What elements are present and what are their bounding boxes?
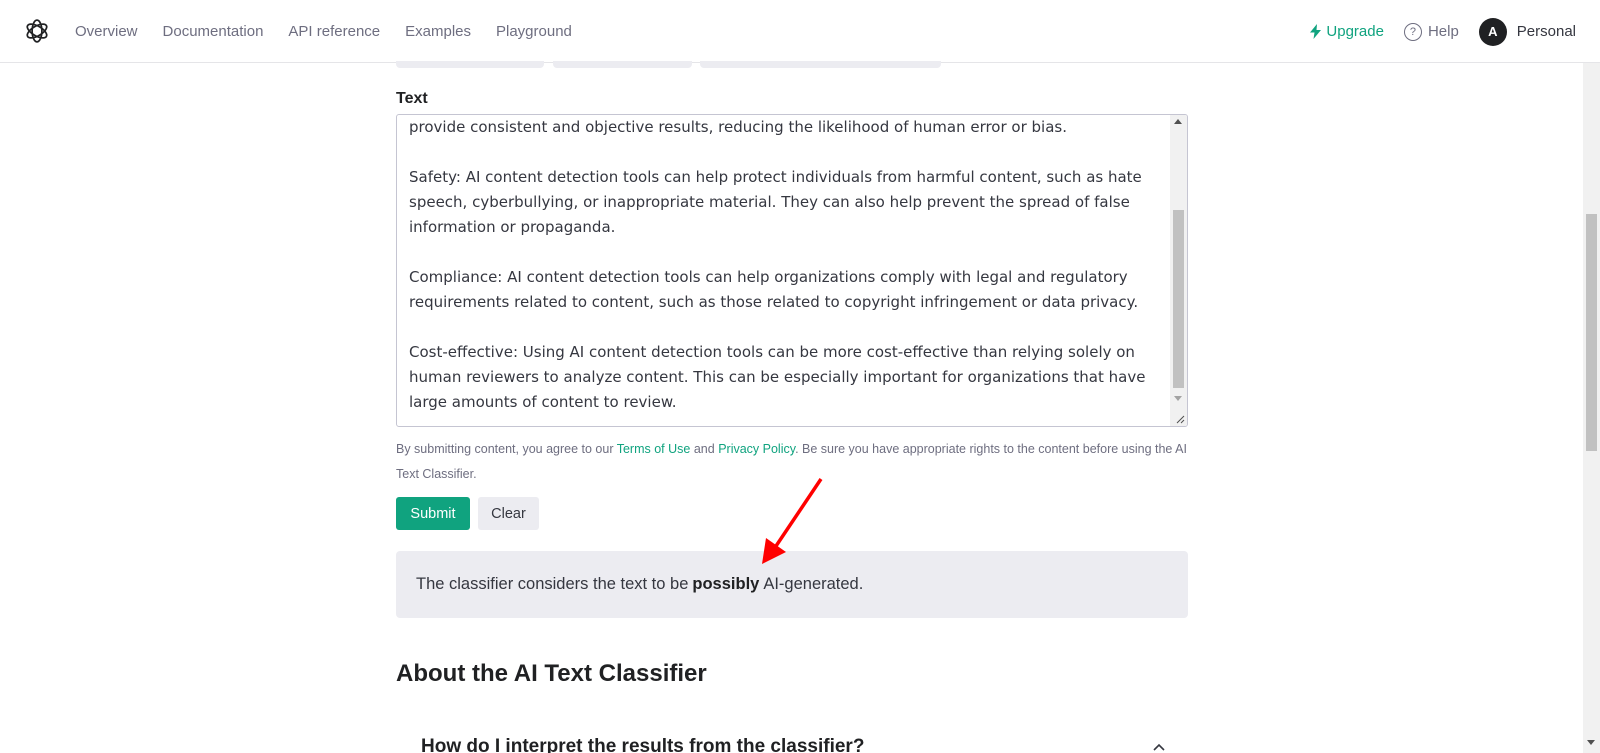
nav-overview[interactable]: Overview <box>75 23 138 40</box>
clear-button[interactable]: Clear <box>478 497 539 530</box>
nav-right: Upgrade ? Help A Personal <box>1310 0 1576 63</box>
help-link[interactable]: ? Help <box>1403 22 1459 41</box>
scroll-up-arrow-icon[interactable] <box>1174 119 1182 124</box>
text-paragraph: Compliance: AI content detection tools c… <box>409 268 1139 311</box>
privacy-policy-link[interactable]: Privacy Policy <box>718 442 795 456</box>
submit-button[interactable]: Submit <box>396 497 470 530</box>
textarea-scrollbar[interactable] <box>1170 115 1187 426</box>
account-label: Personal <box>1516 23 1576 40</box>
lightning-icon <box>1310 24 1322 39</box>
text-field-label: Text <box>396 90 428 107</box>
text-input[interactable]: provide consistent and objective results… <box>396 114 1188 427</box>
result-emphasis: possibly <box>692 575 760 593</box>
avatar: A <box>1478 17 1507 46</box>
main-nav: Overview Documentation API reference Exa… <box>75 0 572 63</box>
help-icon: ? <box>1403 22 1422 41</box>
result-prefix: The classifier considers the text to be <box>416 575 689 593</box>
textarea-scroll-thumb[interactable] <box>1173 210 1184 388</box>
preset-button-2[interactable] <box>553 61 692 68</box>
nav-playground[interactable]: Playground <box>496 23 572 40</box>
upgrade-label: Upgrade <box>1326 23 1384 40</box>
help-label: Help <box>1427 23 1459 40</box>
text-paragraph: Safety: AI content detection tools can h… <box>409 168 1142 236</box>
page-scroll-down-icon[interactable] <box>1587 740 1595 745</box>
red-arrow-annotation-icon <box>762 478 823 564</box>
nav-api-reference[interactable]: API reference <box>288 23 380 40</box>
scroll-down-arrow-icon[interactable] <box>1174 396 1182 401</box>
upgrade-link[interactable]: Upgrade <box>1310 23 1384 40</box>
terms-prefix: By submitting content, you agree to our <box>396 442 617 456</box>
text-paragraph: Cost-effective: Using AI content detecti… <box>409 343 1146 411</box>
page-scroll-thumb[interactable] <box>1586 214 1597 451</box>
result-suffix: AI-generated. <box>763 575 864 593</box>
about-heading: About the AI Text Classifier <box>396 660 707 687</box>
text-input-content[interactable]: provide consistent and objective results… <box>409 115 1161 426</box>
text-paragraph: provide consistent and objective results… <box>409 118 1068 136</box>
top-navbar: Overview Documentation API reference Exa… <box>0 0 1600 63</box>
page-scrollbar[interactable] <box>1583 63 1600 753</box>
terms-and: and <box>690 442 719 456</box>
openai-logo-icon[interactable] <box>24 18 50 44</box>
account-menu[interactable]: A Personal <box>1478 17 1576 46</box>
nav-documentation[interactable]: Documentation <box>163 23 264 40</box>
terms-of-use-link[interactable]: Terms of Use <box>617 442 691 456</box>
nav-examples[interactable]: Examples <box>405 23 471 40</box>
preset-button-1[interactable] <box>396 61 544 68</box>
resize-grip-icon[interactable] <box>1175 414 1185 424</box>
preset-button-3[interactable] <box>700 61 941 68</box>
chevron-up-icon[interactable] <box>1153 742 1165 753</box>
faq-question[interactable]: How do I interpret the results from the … <box>421 736 864 753</box>
